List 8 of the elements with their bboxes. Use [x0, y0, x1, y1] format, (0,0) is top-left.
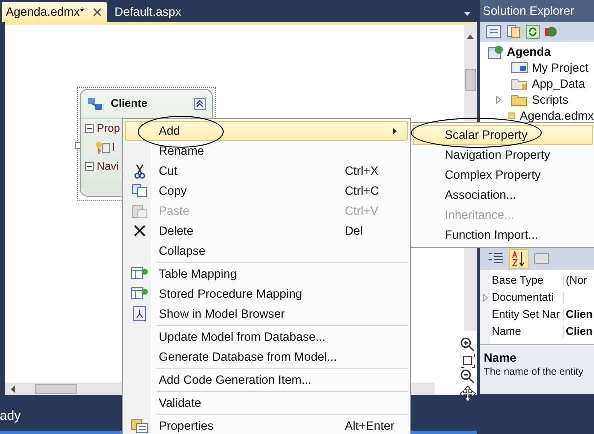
- description-title: Name: [484, 351, 518, 365]
- panel-title: Solution Explorer: [480, 0, 594, 22]
- property-label: I: [112, 142, 116, 154]
- section-label: Prop: [97, 122, 120, 134]
- entity-title: Cliente: [111, 98, 149, 110]
- status-text: ady: [0, 408, 21, 423]
- section-label: Navi: [97, 160, 120, 172]
- description-text: The name of the entity: [484, 367, 585, 378]
